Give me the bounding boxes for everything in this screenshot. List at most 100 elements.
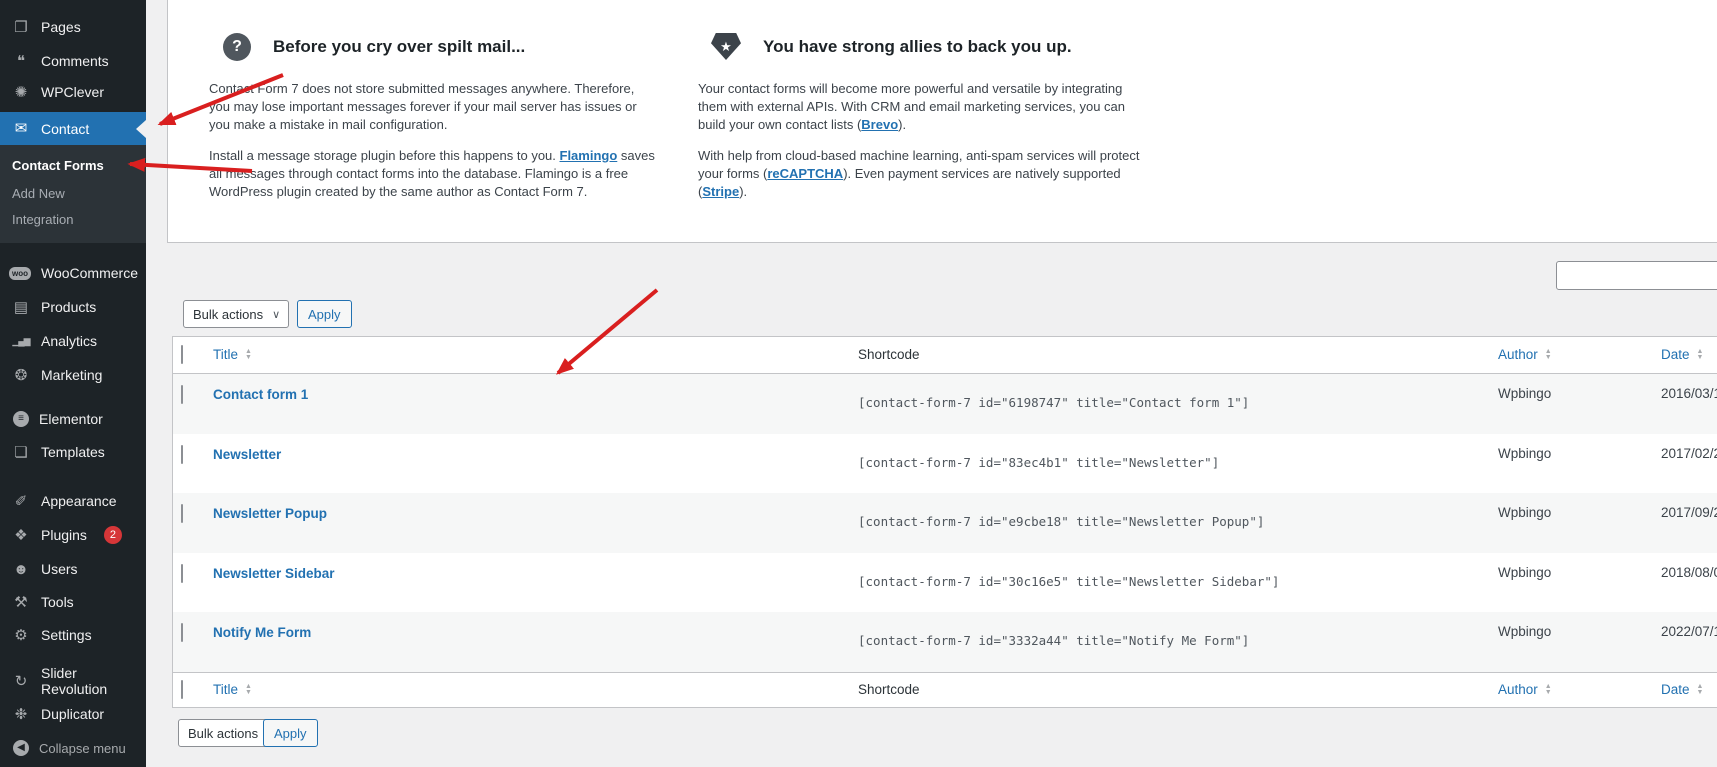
column-header-author[interactable]: Author▲▼ bbox=[1498, 347, 1552, 362]
admin-sidebar: ❐ Pages ❝ Comments ✺ WPClever ✉ Contact … bbox=[0, 0, 146, 767]
sidebar-item-label: Elementor bbox=[39, 411, 103, 427]
contact-submenu: Contact Forms Add New Integration bbox=[0, 145, 146, 243]
sidebar-item-woocommerce[interactable]: woo WooCommerce bbox=[0, 257, 146, 289]
sidebar-item-label: Collapse menu bbox=[39, 741, 126, 756]
author-cell: Wpbingo bbox=[1494, 493, 1657, 520]
select-all-checkbox[interactable] bbox=[181, 680, 183, 699]
apply-button[interactable]: Apply bbox=[297, 300, 352, 328]
sidebar-item-users[interactable]: ☻ Users bbox=[0, 553, 146, 585]
stripe-link[interactable]: Stripe bbox=[702, 184, 739, 199]
sidebar-item-duplicator[interactable]: ❉ Duplicator bbox=[0, 698, 146, 730]
sidebar-item-label: Templates bbox=[41, 444, 105, 460]
bar-chart-icon: ▁▄▆ bbox=[11, 337, 31, 346]
welcome-right-title: You have strong allies to back you up. bbox=[763, 37, 1072, 57]
row-checkbox[interactable] bbox=[181, 504, 183, 523]
pages-icon: ❐ bbox=[11, 20, 31, 35]
settings-icon: ⚙ bbox=[11, 628, 31, 643]
collapse-arrow-icon: ◀ bbox=[13, 740, 29, 756]
sidebar-item-marketing[interactable]: ❂ Marketing bbox=[0, 359, 146, 391]
products-icon: ▤ bbox=[11, 300, 31, 315]
shortcode-text: [contact-form-7 id="6198747" title="Cont… bbox=[858, 395, 1249, 410]
sidebar-item-settings[interactable]: ⚙ Settings bbox=[0, 619, 146, 651]
column-header-shortcode: Shortcode bbox=[858, 347, 920, 362]
column-header-title[interactable]: Title▲▼ bbox=[213, 347, 252, 362]
folder-icon: ❏ bbox=[11, 445, 31, 460]
sidebar-item-contact-forms[interactable]: Contact Forms bbox=[0, 158, 146, 173]
shortcode-text: [contact-form-7 id="e9cbe18" title="News… bbox=[858, 514, 1264, 529]
elementor-icon: ≡ bbox=[13, 411, 29, 427]
active-menu-notch bbox=[136, 120, 146, 138]
date-cell: 2017/09/2 bbox=[1657, 493, 1717, 520]
sidebar-item-templates[interactable]: ❏ Templates bbox=[0, 436, 146, 468]
welcome-right-body: Your contact forms will become more powe… bbox=[698, 80, 1144, 214]
form-title-link[interactable]: Newsletter Sidebar bbox=[213, 566, 335, 581]
contact-forms-table: Title▲▼ Shortcode Author▲▼ Date▲▼ Contac… bbox=[172, 336, 1717, 708]
sidebar-item-contact[interactable]: ✉ Contact bbox=[0, 112, 146, 145]
sidebar-item-integration[interactable]: Integration bbox=[0, 212, 146, 227]
chevron-down-icon: ∨ bbox=[272, 308, 280, 321]
form-title-link[interactable]: Notify Me Form bbox=[213, 625, 311, 640]
tools-icon: ⚒ bbox=[11, 595, 31, 610]
row-checkbox[interactable] bbox=[181, 385, 183, 404]
wordpress-admin-contact-forms-page: { "colors": { "accent": "#2271b1", "side… bbox=[0, 0, 1717, 767]
sidebar-item-label: Duplicator bbox=[41, 706, 104, 722]
row-checkbox[interactable] bbox=[181, 623, 183, 642]
sidebar-item-label: Comments bbox=[41, 53, 109, 69]
table-row: Notify Me Form [contact-form-7 id="3332a… bbox=[173, 612, 1717, 672]
sidebar-item-label: Analytics bbox=[41, 333, 97, 349]
sidebar-item-label: Appearance bbox=[41, 493, 117, 509]
woocommerce-icon: woo bbox=[9, 267, 31, 280]
sidebar-item-plugins[interactable]: ❖ Plugins 2 bbox=[0, 519, 146, 551]
author-cell: Wpbingo bbox=[1494, 612, 1657, 639]
welcome-left-body: Contact Form 7 does not store submitted … bbox=[209, 80, 655, 214]
column-header-title[interactable]: Title▲▼ bbox=[213, 682, 252, 697]
envelope-icon: ✉ bbox=[11, 121, 31, 136]
column-header-author[interactable]: Author▲▼ bbox=[1498, 682, 1552, 697]
apply-button[interactable]: Apply bbox=[263, 719, 318, 747]
flamingo-link[interactable]: Flamingo bbox=[560, 148, 618, 163]
date-cell: 2017/02/2 bbox=[1657, 434, 1717, 461]
sort-icon: ▲▼ bbox=[1545, 349, 1552, 361]
sidebar-item-label: Contact bbox=[41, 121, 89, 137]
sidebar-item-wpclever[interactable]: ✺ WPClever bbox=[0, 76, 146, 108]
column-header-date[interactable]: Date▲▼ bbox=[1661, 347, 1703, 362]
row-checkbox[interactable] bbox=[181, 564, 183, 583]
sidebar-item-products[interactable]: ▤ Products bbox=[0, 291, 146, 323]
wpclever-icon: ✺ bbox=[11, 85, 31, 100]
sidebar-item-slider-revolution[interactable]: ↻ Slider Revolution bbox=[0, 665, 146, 697]
author-cell: Wpbingo bbox=[1494, 553, 1657, 580]
recaptcha-link[interactable]: reCAPTCHA bbox=[767, 166, 843, 181]
form-title-link[interactable]: Contact form 1 bbox=[213, 387, 308, 402]
table-row: Newsletter Popup [contact-form-7 id="e9c… bbox=[173, 493, 1717, 553]
author-cell: Wpbingo bbox=[1494, 434, 1657, 461]
sort-icon: ▲▼ bbox=[245, 684, 252, 696]
sidebar-item-elementor[interactable]: ≡ Elementor bbox=[0, 403, 146, 435]
sidebar-item-add-new[interactable]: Add New bbox=[0, 186, 146, 201]
shortcode-text: [contact-form-7 id="30c16e5" title="News… bbox=[858, 574, 1279, 589]
sidebar-item-label: Settings bbox=[41, 627, 92, 643]
welcome-left-paragraph-2: Install a message storage plugin before … bbox=[209, 147, 655, 201]
sidebar-item-comments[interactable]: ❝ Comments bbox=[0, 45, 146, 77]
form-title-link[interactable]: Newsletter bbox=[213, 447, 281, 462]
sidebar-item-pages[interactable]: ❐ Pages bbox=[0, 11, 146, 43]
sidebar-item-tools[interactable]: ⚒ Tools bbox=[0, 586, 146, 618]
sidebar-item-analytics[interactable]: ▁▄▆ Analytics bbox=[0, 325, 146, 357]
bulk-actions-select[interactable]: Bulk actions ∨ bbox=[183, 300, 289, 328]
sidebar-item-label: Users bbox=[41, 561, 78, 577]
row-checkbox[interactable] bbox=[181, 445, 183, 464]
brevo-link[interactable]: Brevo bbox=[861, 117, 898, 132]
table-header-row: Title▲▼ Shortcode Author▲▼ Date▲▼ bbox=[173, 337, 1717, 374]
sidebar-item-appearance[interactable]: ✐ Appearance bbox=[0, 485, 146, 517]
welcome-left-paragraph-1: Contact Form 7 does not store submitted … bbox=[209, 80, 655, 134]
select-all-checkbox[interactable] bbox=[181, 345, 183, 364]
collapse-menu-button[interactable]: ◀ Collapse menu bbox=[0, 732, 146, 764]
form-title-link[interactable]: Newsletter Popup bbox=[213, 506, 327, 521]
date-cell: 2022/07/1 bbox=[1657, 612, 1717, 639]
search-forms-input[interactable] bbox=[1556, 261, 1717, 290]
sidebar-item-label: Products bbox=[41, 299, 96, 315]
slider-revolution-icon: ↻ bbox=[11, 674, 31, 689]
column-header-date[interactable]: Date▲▼ bbox=[1661, 682, 1703, 697]
table-body: Contact form 1 [contact-form-7 id="61987… bbox=[173, 374, 1717, 672]
sidebar-item-label: Pages bbox=[41, 19, 81, 35]
sidebar-item-label: WPClever bbox=[41, 84, 104, 100]
